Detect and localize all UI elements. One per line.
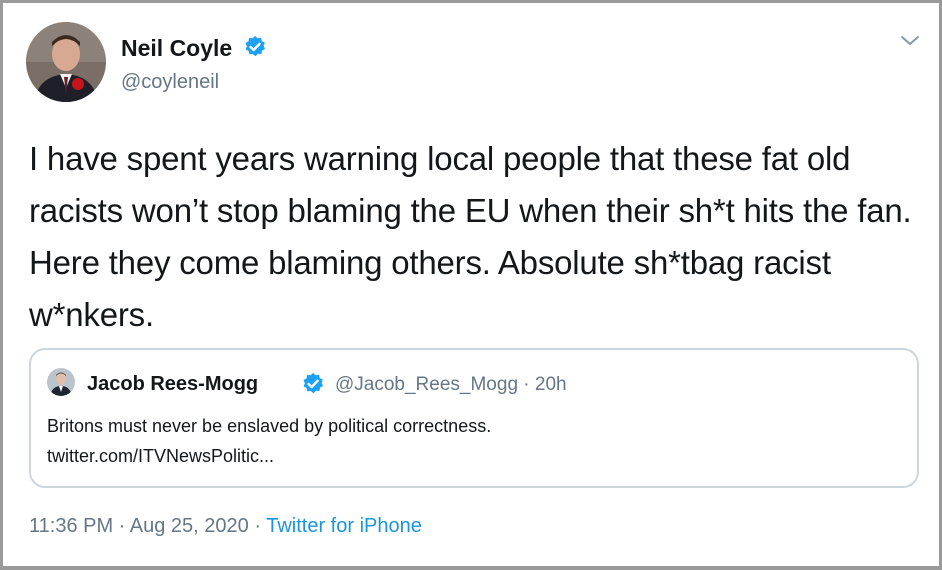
quoted-author-name: Jacob Rees-Mogg	[87, 373, 259, 395]
quoted-tweet-link[interactable]: twitter.com/ITVNewsPolitic...	[47, 442, 274, 470]
verified-badge-icon	[245, 36, 265, 57]
quoted-tweet-text: Britons must never be enslaved by politi…	[47, 416, 492, 436]
author-name[interactable]: Neil Coyle	[121, 35, 232, 62]
quoted-author-avatar	[47, 368, 75, 396]
tweet-source-link[interactable]: Twitter for iPhone	[266, 515, 422, 537]
footer-separator: ·	[248, 515, 267, 537]
author-handle[interactable]: @coyleneil	[121, 71, 219, 94]
tweet-footer: 11:36 PM · Aug 25, 2020 · Twitter for iP…	[29, 515, 422, 538]
quoted-tweet[interactable]: Jacob Rees-Mogg @Jacob_Rees_Mogg · 20h B…	[29, 348, 919, 488]
tweet-text: I have spent years warning local people …	[29, 140, 912, 333]
profile-photo-icon	[26, 22, 106, 102]
quoted-author-handle: @Jacob_Rees_Mogg	[335, 374, 519, 395]
quoted-author-meta: @Jacob_Rees_Mogg · 20h	[335, 374, 567, 396]
chevron-down-icon[interactable]	[899, 33, 921, 49]
author-avatar[interactable]	[26, 22, 106, 102]
quoted-tweet-age: 20h	[534, 374, 567, 395]
profile-photo-icon	[47, 368, 75, 396]
tweet-card: Neil Coyle @coyleneil I have spent years…	[0, 0, 942, 570]
verified-badge-icon	[303, 373, 323, 394]
meta-separator: ·	[518, 374, 535, 395]
tweet-timestamp[interactable]: 11:36 PM · Aug 25, 2020	[29, 515, 249, 537]
